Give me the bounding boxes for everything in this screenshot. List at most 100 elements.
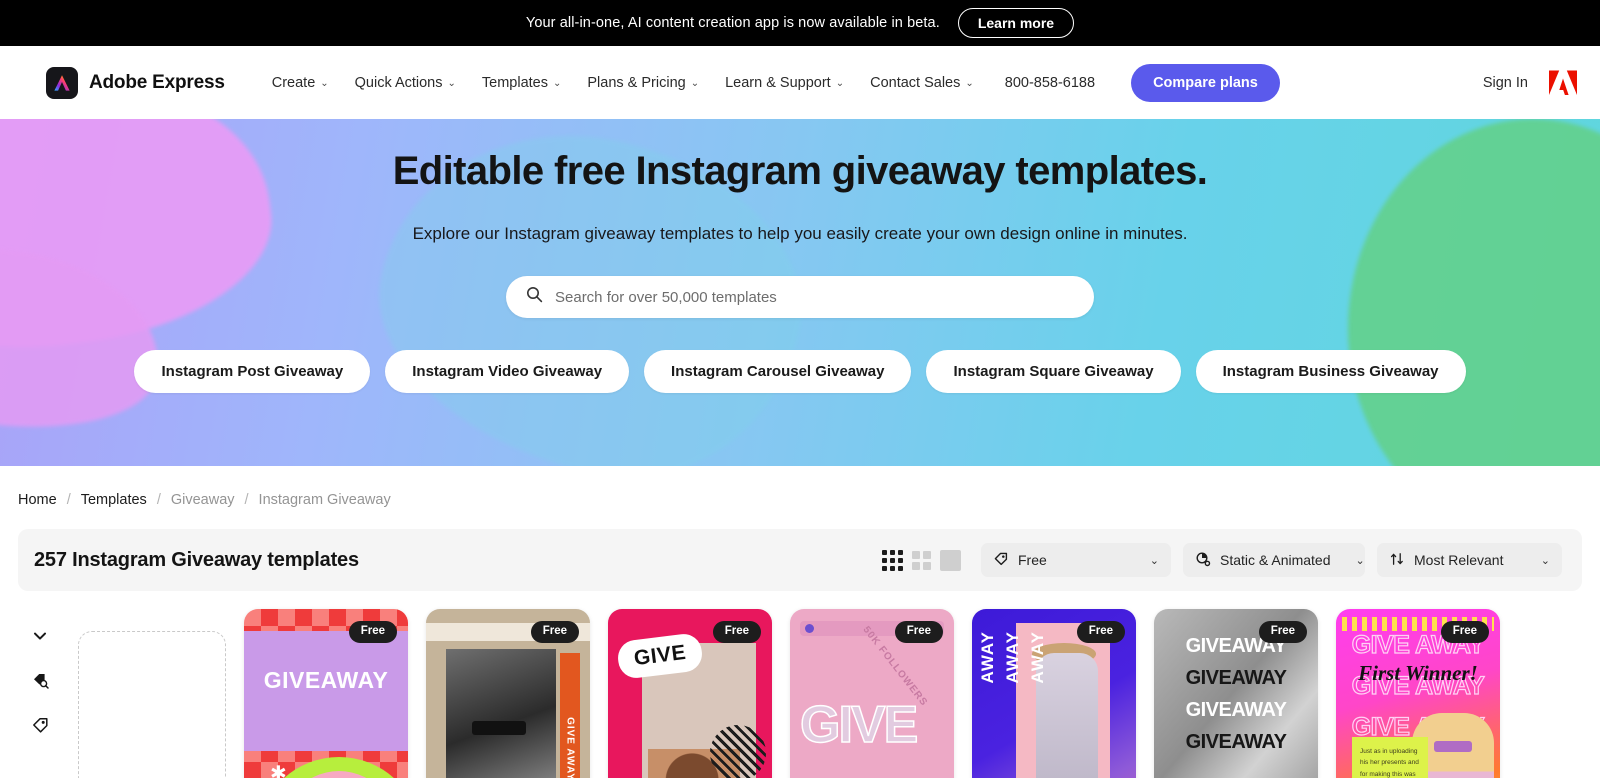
free-badge: Free [1258, 621, 1307, 643]
nav-item-quick-actions[interactable]: Quick Actions ⌄ [342, 67, 469, 99]
free-badge: Free [348, 621, 397, 643]
template-card[interactable]: GIVE AWAY Free [426, 609, 590, 778]
nav-item-learn-support-label: Learn & Support [725, 74, 831, 91]
content-area: GIVEAWAY ✱ Free GIVE AWAY Free GIVE Free… [0, 591, 1600, 778]
nav-links: Create ⌄ Quick Actions ⌄ Templates ⌄ Pla… [259, 63, 1280, 102]
learn-more-button[interactable]: Learn more [957, 8, 1075, 38]
nav-item-templates-label: Templates [481, 74, 548, 91]
template-card[interactable]: GIVE Free [608, 609, 772, 778]
breadcrumb-separator: / [66, 492, 71, 508]
breadcrumb: Home / Templates / Giveaway / Instagram … [0, 466, 1600, 508]
hero-section: Editable free Instagram giveaway templat… [0, 119, 1600, 466]
adobe-logo-icon[interactable] [1548, 69, 1578, 97]
template-placeholder-card [78, 631, 226, 778]
sort-icon [1389, 551, 1405, 570]
nav-item-create[interactable]: Create ⌄ [259, 67, 342, 99]
template-headline: GIVEAWAY [263, 667, 389, 693]
chevron-down-icon: ⌄ [1149, 554, 1159, 567]
price-tag-icon [993, 551, 1009, 570]
template-headline: GIVEAWAY [1185, 699, 1287, 721]
page-title: Editable free Instagram giveaway templat… [392, 149, 1208, 193]
chevron-down-icon: ⌄ [552, 78, 562, 89]
chevron-down-icon: ⌄ [447, 78, 456, 89]
compare-plans-button[interactable]: Compare plans [1131, 63, 1280, 102]
price-tag-icon[interactable] [31, 716, 50, 735]
chevron-down-icon: ⌄ [835, 78, 845, 89]
promo-banner: Your all-in-one, AI content creation app… [0, 0, 1600, 46]
adobe-express-icon [46, 66, 78, 99]
results-toolbar: 257 Instagram Giveaway templates Free ⌄ … [18, 529, 1582, 591]
chevron-down-icon: ⌄ [1355, 554, 1365, 567]
template-card[interactable]: GIVEAWAY GIVEAWAY GIVEAWAY GIVEAWAY Free [1154, 609, 1318, 778]
filter-price-dropdown[interactable]: Free ⌄ [981, 543, 1171, 577]
sort-label: Most Relevant [1414, 552, 1504, 568]
view-single-large-button[interactable] [940, 549, 961, 571]
page-subtitle: Explore our Instagram giveaway templates… [412, 224, 1188, 243]
template-note-text: Just as in uploading his her presents an… [1360, 748, 1419, 778]
search-wrapper [0, 276, 1600, 318]
pill-instagram-business-giveaway[interactable]: Instagram Business Giveaway [1195, 350, 1466, 393]
nav-item-create-label: Create [271, 74, 316, 91]
sort-dropdown[interactable]: Most Relevant ⌄ [1377, 543, 1562, 577]
page-root: Your all-in-one, AI content creation app… [0, 0, 1600, 778]
search-shape-icon[interactable] [31, 671, 50, 690]
breadcrumb-item-templates[interactable]: Templates [81, 492, 147, 508]
free-badge: Free [712, 621, 761, 643]
view-grid-3x3-button[interactable] [882, 549, 903, 571]
sign-in-link[interactable]: Sign In [1483, 75, 1528, 91]
collapse-chevron-icon[interactable] [31, 627, 49, 645]
template-headline: AWAY [1003, 631, 1022, 684]
filter-animation-dropdown[interactable]: Static & Animated ⌄ [1183, 543, 1365, 577]
pill-instagram-carousel-giveaway[interactable]: Instagram Carousel Giveaway [644, 350, 912, 393]
media-type-icon [1195, 551, 1211, 570]
nav-item-plans-pricing-label: Plans & Pricing [587, 74, 686, 91]
brand-name: Adobe Express [89, 71, 225, 93]
breadcrumb-item-home[interactable]: Home [18, 492, 57, 508]
template-headline: GIVE [799, 695, 919, 755]
search-input[interactable] [555, 288, 1074, 306]
chevron-down-icon: ⌄ [965, 78, 974, 89]
view-grid-2x2-button[interactable] [912, 550, 931, 570]
chevron-down-icon: ⌄ [1540, 554, 1550, 567]
quick-filter-pills: Instagram Post Giveaway Instagram Video … [0, 350, 1600, 393]
filter-animation-label: Static & Animated [1220, 552, 1331, 568]
promo-text: Your all-in-one, AI content creation app… [525, 15, 940, 31]
chevron-down-icon: ⌄ [320, 78, 329, 89]
toolbar-controls: Free ⌄ Static & Animated ⌄ Most Relevant… [882, 543, 1562, 577]
chevron-down-icon: ⌄ [690, 78, 700, 89]
filter-price-label: Free [1018, 552, 1047, 568]
nav-item-contact-sales[interactable]: Contact Sales ⌄ [857, 67, 987, 99]
brand-logo[interactable]: Adobe Express [46, 66, 225, 99]
template-card[interactable]: GIVEAWAY ✱ Free [244, 609, 408, 778]
breadcrumb-separator: / [244, 492, 249, 508]
template-card[interactable]: 50K FOLLOWERS GIVE Free [790, 609, 954, 778]
breadcrumb-item-instagram-giveaway: Instagram Giveaway [258, 492, 391, 508]
free-badge: Free [1440, 621, 1489, 643]
nav-item-learn-support[interactable]: Learn & Support ⌄ [712, 67, 857, 99]
breadcrumb-item-giveaway[interactable]: Giveaway [171, 492, 235, 508]
template-headline: GIVEAWAY [1185, 667, 1287, 689]
nav-right: Sign In [1483, 69, 1578, 97]
search-icon [526, 286, 543, 308]
template-grid: GIVEAWAY ✱ Free GIVE AWAY Free GIVE Free… [78, 609, 1582, 778]
breadcrumb-separator: / [156, 492, 161, 508]
hero-content: Editable free Instagram giveaway templat… [0, 119, 1600, 393]
filter-sidebar [18, 609, 62, 778]
template-card[interactable]: AWAY AWAY AWAY Free [972, 609, 1136, 778]
nav-item-templates[interactable]: Templates ⌄ [469, 67, 574, 99]
nav-item-contact-sales-label: Contact Sales [870, 74, 961, 91]
top-navigation: Adobe Express Create ⌄ Quick Actions ⌄ T… [0, 46, 1600, 119]
template-headline: GIVEAWAY [1185, 731, 1287, 753]
template-headline: AWAY [978, 631, 997, 684]
nav-item-quick-actions-label: Quick Actions [354, 74, 443, 91]
pill-instagram-video-giveaway[interactable]: Instagram Video Giveaway [385, 350, 630, 393]
nav-phone-number[interactable]: 800-858-6188 [991, 67, 1109, 99]
template-card[interactable]: GIVE AWAY GIVE AWAY GIVE AWAY Just as in… [1336, 609, 1500, 778]
search-box[interactable] [506, 276, 1094, 318]
pill-instagram-square-giveaway[interactable]: Instagram Square Giveaway [926, 350, 1181, 393]
pill-instagram-post-giveaway[interactable]: Instagram Post Giveaway [134, 350, 371, 393]
nav-item-plans-pricing[interactable]: Plans & Pricing ⌄ [574, 67, 712, 99]
template-headline: AWAY [1028, 631, 1047, 684]
free-badge: Free [1076, 621, 1125, 643]
free-badge: Free [530, 621, 579, 643]
